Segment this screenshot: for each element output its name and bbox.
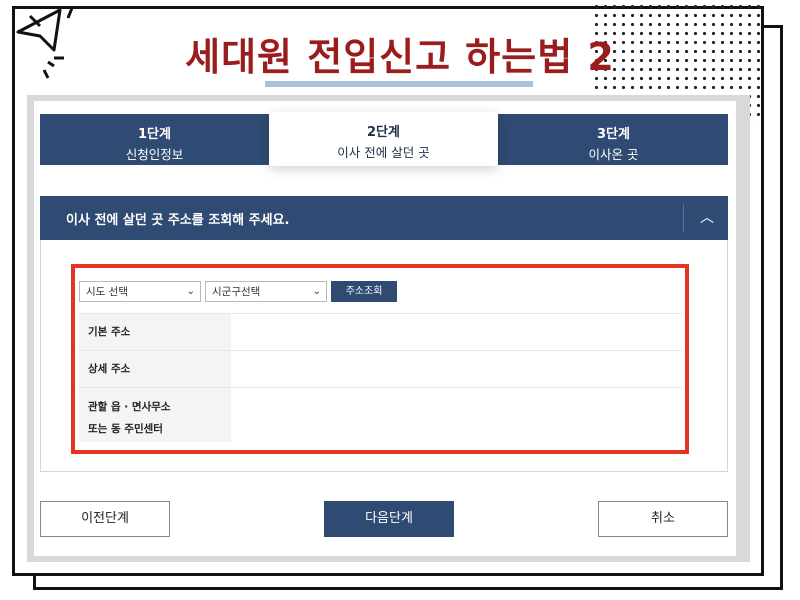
step-1-tab[interactable]: 1단계 신청인정보 [40, 114, 269, 165]
step-2-tab[interactable]: 2단계 이사 전에 살던 곳 [269, 112, 498, 166]
step-1-number: 1단계 [138, 127, 171, 142]
accordion-title: 이사 전에 살던 곳 주소를 조회해 주세요. [66, 213, 290, 228]
step-1-name: 신청인정보 [125, 147, 184, 162]
chevron-up-icon[interactable]: ︿ [692, 200, 722, 236]
step-3-name: 이사온 곳 [588, 147, 639, 162]
step-2-name: 이사 전에 살던 곳 [337, 145, 430, 160]
step-indicator: 1단계 신청인정보 2단계 이사 전에 살던 곳 3단계 이사온 곳 [40, 112, 728, 166]
cancel-button[interactable]: 취소 [598, 501, 728, 537]
step-3-tab[interactable]: 3단계 이사온 곳 [499, 114, 728, 165]
accordion-header[interactable]: 이사 전에 살던 곳 주소를 조회해 주세요. ︿ [40, 196, 728, 240]
step-2-number: 2단계 [367, 125, 400, 140]
prev-step-button[interactable]: 이전단계 [40, 501, 170, 537]
accordion-divider [683, 204, 684, 232]
step-3-number: 3단계 [597, 127, 630, 142]
highlight-box [71, 264, 689, 454]
title-underline [265, 81, 533, 87]
page-title: 세대원 전입신고 하는법 2 [185, 35, 615, 79]
next-step-button[interactable]: 다음단계 [324, 501, 454, 537]
